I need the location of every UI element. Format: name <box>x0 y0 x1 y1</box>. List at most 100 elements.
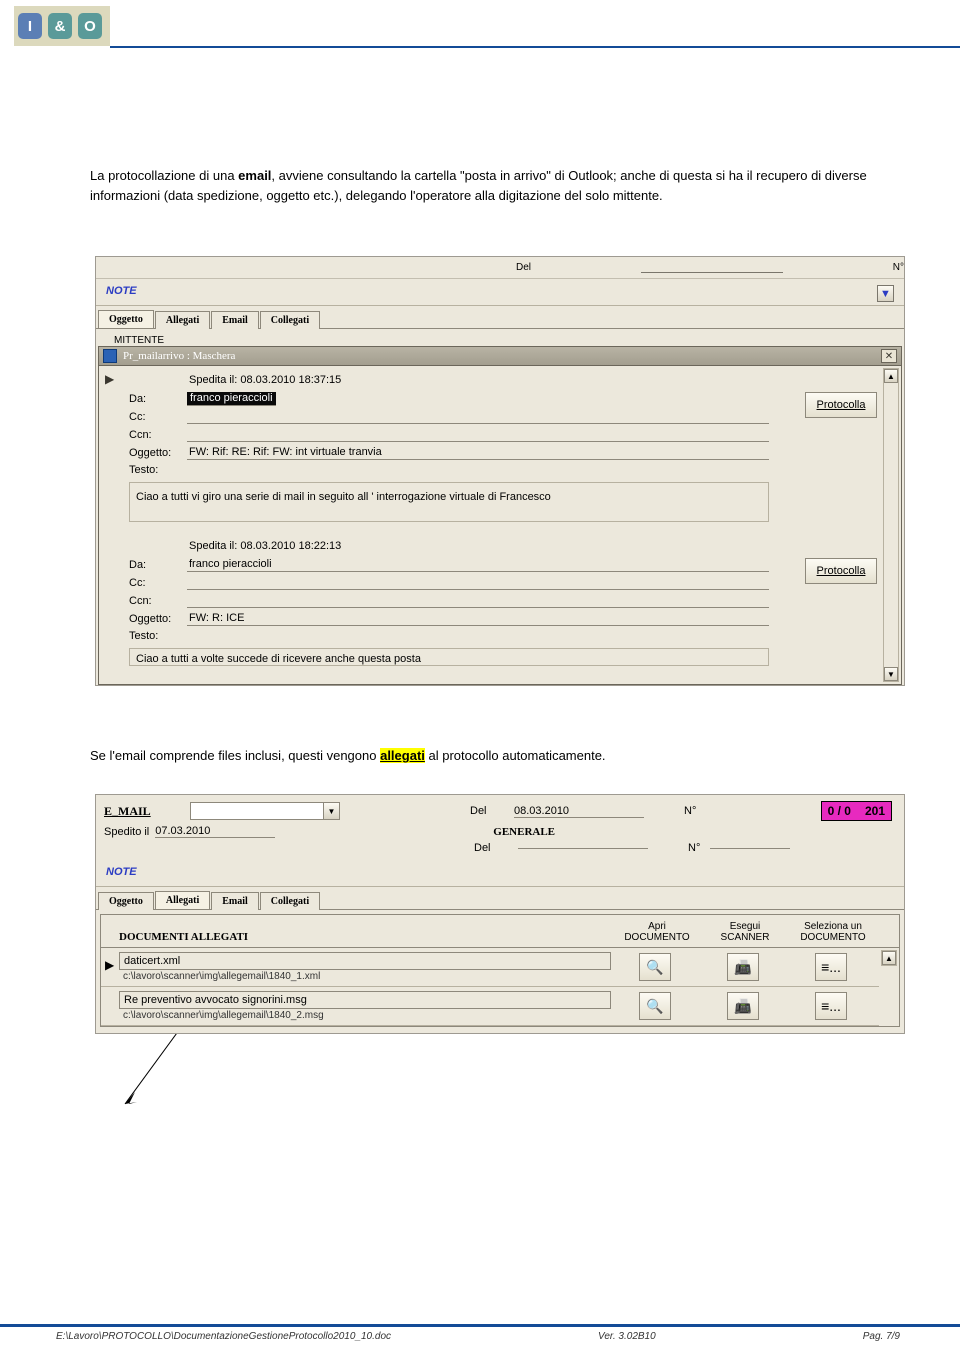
attachments-title: DOCUMENTI ALLEGATI <box>119 931 613 943</box>
ccn-label: Ccn: <box>129 429 187 441</box>
footer-divider <box>0 1324 960 1327</box>
cc-value[interactable] <box>187 410 769 424</box>
tab2-email[interactable]: Email <box>211 892 259 910</box>
tab-allegati[interactable]: Allegati <box>155 311 210 329</box>
spedito-value[interactable]: 07.03.2010 <box>155 825 275 838</box>
del-value[interactable]: 08.03.2010 <box>514 805 644 818</box>
scroll-up-icon-2[interactable]: ▲ <box>882 951 896 965</box>
tab2-collegati[interactable]: Collegati <box>260 892 320 910</box>
subwindow-title: Pr_mailarrivo : Maschera <box>123 350 881 362</box>
da-value-2[interactable]: franco pieraccioli <box>187 558 769 572</box>
attachment-path-1: c:\lavoro\scanner\img\allegemail\1840_1.… <box>119 970 324 983</box>
testo-label: Testo: <box>129 464 187 476</box>
logo: I & O <box>14 6 110 46</box>
oggetto-label-2: Oggetto: <box>129 613 187 625</box>
num-label: N° <box>893 262 904 273</box>
protocolla-button[interactable]: Protocolla <box>805 392 877 418</box>
da-label-2: Da: <box>129 559 187 571</box>
oggetto-label: Oggetto: <box>129 447 187 459</box>
status-year: 201 <box>865 804 885 818</box>
subwindow-titlebar: Pr_mailarrivo : Maschera ✕ <box>98 346 902 366</box>
open-doc-button-1[interactable]: 🔍 <box>639 953 671 981</box>
del-field[interactable] <box>641 263 783 273</box>
spedita-row: Spedita il: 08.03.2010 18:37:15 <box>129 370 879 390</box>
col-scan: EseguiSCANNER <box>701 921 789 943</box>
note-text: NOTE <box>106 285 137 297</box>
logo-char-amp: & <box>48 13 72 39</box>
attachment-filename-1[interactable]: daticert.xml <box>119 952 611 970</box>
note-label: NOTE ▼ <box>96 279 904 305</box>
tabs: Oggetto Allegati Email Collegati <box>96 305 904 329</box>
header-divider <box>110 46 960 48</box>
record-marker-icon-2: ▶ <box>105 958 114 972</box>
scan-button-1[interactable]: 📠 <box>727 953 759 981</box>
para2-text-a: Se l'email comprende files inclusi, ques… <box>90 748 380 763</box>
footer-path: E:\Lavoro\PROTOCOLLO\DocumentazioneGesti… <box>56 1331 391 1342</box>
footer-page: Pag. 7/9 <box>863 1331 900 1342</box>
record-marker-icon: ▶ <box>105 372 114 386</box>
pick-doc-button-2[interactable]: ≡... <box>815 992 847 1020</box>
open-doc-button-2[interactable]: 🔍 <box>639 992 671 1020</box>
paragraph-1: La protocollazione di una email, avviene… <box>0 56 960 216</box>
col-open: ApriDOCUMENTO <box>613 921 701 943</box>
mail-record-2: Spedita il: 08.03.2010 18:22:13 Da: fran… <box>99 532 901 676</box>
status-count: 0 / 0 <box>828 804 851 818</box>
del-label: Del <box>516 262 531 273</box>
close-icon[interactable]: ✕ <box>881 349 897 363</box>
paragraph-2: Se l'email comprende files inclusi, ques… <box>0 686 960 776</box>
tab-collegati[interactable]: Collegati <box>260 311 320 329</box>
generale-label: GENERALE <box>493 826 555 838</box>
del2-label: Del <box>474 842 514 854</box>
tab-email[interactable]: Email <box>211 311 259 329</box>
cc-label: Cc: <box>129 411 187 423</box>
attachment-row-1: ▶ daticert.xml c:\lavoro\scanner\img\all… <box>101 948 879 987</box>
upper-fields: Del N° <box>96 257 904 279</box>
form-icon <box>103 349 117 363</box>
attachment-path-2: c:\lavoro\scanner\img\allegemail\1840_2.… <box>119 1009 328 1022</box>
mail-arrivo-window: Del N° NOTE ▼ Oggetto Allegati Email Col… <box>95 256 905 686</box>
tabs-2: Oggetto Allegati Email Collegati <box>96 886 904 910</box>
attachment-filename-2[interactable]: Re preventivo avvocato signorini.msg <box>119 991 611 1009</box>
dropdown-arrow-icon[interactable]: ▼ <box>877 285 894 302</box>
logo-char-o: O <box>78 13 102 39</box>
para1-text-a: La protocollazione di una <box>90 168 238 183</box>
cc-label-2: Cc: <box>129 577 187 589</box>
del2-value[interactable] <box>518 848 648 849</box>
testo-label-2: Testo: <box>129 630 187 642</box>
col-pick: Seleziona unDOCUMENTO <box>789 921 877 943</box>
ccn-value-2[interactable] <box>187 594 769 608</box>
attachment-scrollbar[interactable]: ▲ <box>881 950 897 966</box>
da-value[interactable]: franco pieraccioli <box>187 392 276 406</box>
testo-value-2[interactable]: Ciao a tutti a volte succede di ricevere… <box>129 648 769 666</box>
protocolla-button-2[interactable]: Protocolla <box>805 558 877 584</box>
oggetto-value[interactable]: FW: Rif: RE: Rif: FW: int virtuale tranv… <box>187 446 769 460</box>
num-label-2: N° <box>684 805 696 817</box>
spedita-row-2: Spedita il: 08.03.2010 18:22:13 <box>129 536 879 556</box>
attachment-row-2: Re preventivo avvocato signorini.msg c:\… <box>101 987 879 1026</box>
para1-bold: email <box>238 168 271 183</box>
chevron-down-icon[interactable]: ▼ <box>323 802 340 820</box>
attachments-header: DOCUMENTI ALLEGATI ApriDOCUMENTO EseguiS… <box>100 914 900 948</box>
da-label: Da: <box>129 393 187 405</box>
ccn-value[interactable] <box>187 428 769 442</box>
pick-doc-button-1[interactable]: ≡... <box>815 953 847 981</box>
allegati-window: E_MAIL ▼ Del 08.03.2010 N° 0 / 0 201 Sped… <box>95 794 905 1034</box>
tab2-allegati[interactable]: Allegati <box>155 891 210 909</box>
email-label: E_MAIL <box>104 804 184 819</box>
tab-oggetto[interactable]: Oggetto <box>98 310 154 328</box>
status-badge: 0 / 0 201 <box>821 801 892 821</box>
spedito-label: Spedito il <box>104 826 149 838</box>
del-label-2: Del <box>470 805 510 817</box>
page-footer: E:\Lavoro\PROTOCOLLO\DocumentazioneGesti… <box>0 1324 960 1360</box>
oggetto-value-2[interactable]: FW: R: ICE <box>187 612 769 626</box>
tab2-oggetto[interactable]: Oggetto <box>98 892 154 910</box>
cc-value-2[interactable] <box>187 576 769 590</box>
email-select[interactable]: ▼ <box>190 802 340 820</box>
logo-char-i: I <box>18 13 42 39</box>
num2-value[interactable] <box>710 848 790 849</box>
footer-version: Ver. 3.02B10 <box>598 1331 656 1342</box>
scan-button-2[interactable]: 📠 <box>727 992 759 1020</box>
mail-list-panel: ▲ ▼ ▶ Spedita il: 08.03.2010 18:37:15 Da… <box>98 366 902 685</box>
mittente-label: MITTENTE <box>96 329 904 346</box>
testo-value[interactable]: Ciao a tutti vi giro una serie di mail i… <box>129 482 769 522</box>
